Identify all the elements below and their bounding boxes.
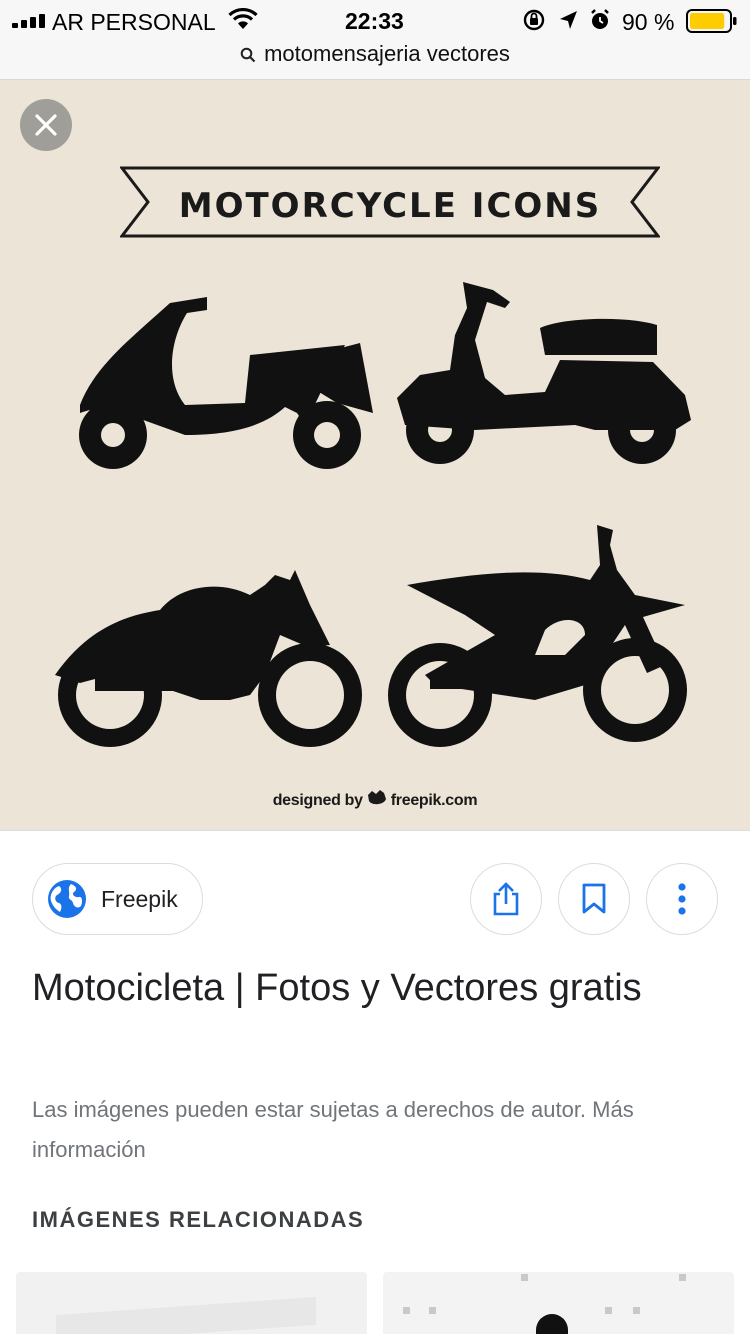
copyright-notice: Las imágenes pueden estar sujetas a dere… [32,1090,722,1170]
scooter-icon [79,297,373,469]
related-image-thumbnail[interactable] [383,1272,734,1334]
clock: 22:33 [345,8,404,34]
alarm-icon [591,9,609,29]
image-viewer[interactable]: MOTORCYCLE ICONS designed by freepik.com [0,80,750,830]
globe-icon [48,880,86,918]
copyright-text: Las imágenes pueden estar sujetas a dere… [32,1097,587,1122]
source-chip[interactable]: Freepik [32,863,203,935]
result-title[interactable]: Motocicleta | Fotos y Vectores gratis [32,958,692,1018]
close-button[interactable] [20,99,72,151]
status-icons [523,9,609,31]
signal-icon [12,14,45,28]
screen-lock-icon [523,9,545,31]
sport-bike-icon [55,570,362,747]
source-name: Freepik [101,885,178,912]
share-icon [493,882,519,916]
divider [0,830,750,831]
close-icon [35,114,57,136]
vespa-icon [397,282,691,464]
dirt-bike-icon [388,525,687,747]
url-query: motomensajeria vectores [264,41,510,66]
status-bar: AR PERSONAL 22:33 90 % [0,0,750,40]
battery-icon [686,9,737,33]
thumbnail-shape [56,1296,316,1334]
carrier-name: AR PERSONAL [52,9,216,35]
credit-brand: freepik.com [390,792,478,809]
wifi-icon [228,8,258,29]
share-button[interactable] [470,863,542,935]
credit-prefix: designed by [272,792,363,809]
thumbnail-pattern [403,1274,686,1334]
more-vertical-icon [678,883,686,915]
search-icon [240,47,256,63]
related-images-heading: IMÁGENES RELACIONADAS [32,1207,365,1232]
image-title: MOTORCYCLE ICONS [178,186,602,226]
save-button[interactable] [558,863,630,935]
battery-percent: 90 % [622,9,675,35]
bookmark-icon [582,883,606,914]
image-credit: designed by freepik.com [0,789,750,810]
freepik-logo-icon [367,790,386,805]
more-options-button[interactable] [646,863,718,935]
related-image-thumbnail[interactable] [16,1272,367,1334]
location-icon [560,11,577,29]
url-bar[interactable]: motomensajeria vectores [0,40,750,80]
